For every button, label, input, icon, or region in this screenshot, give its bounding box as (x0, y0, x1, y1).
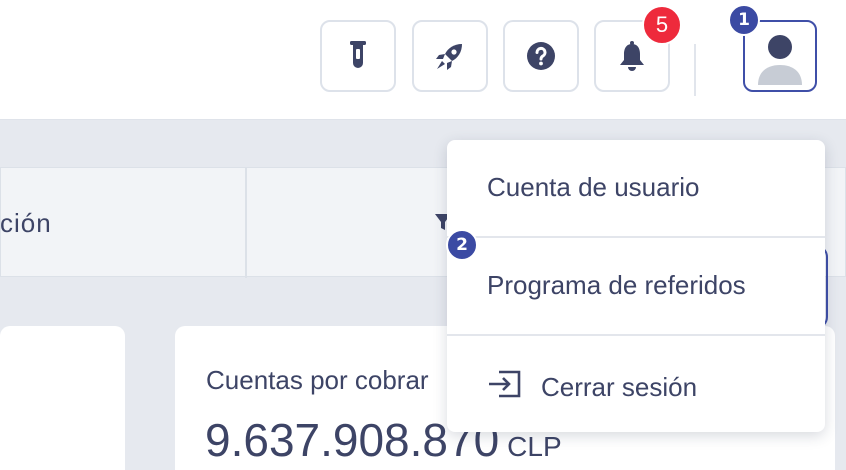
menu-item-referrals[interactable]: Programa de referidos (487, 270, 807, 301)
step-marker-2: 2 (446, 229, 478, 261)
logout-label: Cerrar sesión (541, 372, 698, 402)
card-title: Cuentas por cobrar (206, 365, 429, 395)
notifications-count: 5 (655, 12, 669, 37)
filter-label[interactable]: ción (0, 208, 52, 239)
help-icon (526, 41, 556, 71)
help-button[interactable] (503, 20, 579, 92)
filter-separator (245, 168, 247, 278)
menu-divider (447, 236, 825, 238)
step-marker-1: 1 (728, 4, 760, 36)
user-avatar-icon (756, 27, 804, 90)
lab-button[interactable] (320, 20, 396, 92)
summary-card-left (0, 326, 125, 470)
step-marker-1-label: 1 (738, 10, 750, 30)
bell-icon (617, 40, 647, 72)
user-menu: Cuenta de usuario Programa de referidos … (447, 140, 825, 432)
menu-item-logout[interactable]: Cerrar sesión (487, 368, 807, 407)
rocket-icon (434, 40, 466, 72)
rocket-button[interactable] (412, 20, 488, 92)
menu-divider (447, 334, 825, 336)
logout-icon (487, 368, 523, 407)
menu-item-account[interactable]: Cuenta de usuario (487, 172, 787, 203)
lab-flask-icon (349, 39, 367, 73)
notifications-count-badge: 5 (642, 5, 682, 45)
step-marker-2-label: 2 (456, 235, 468, 255)
card-currency: CLP (507, 431, 562, 462)
topbar-divider (694, 44, 696, 96)
